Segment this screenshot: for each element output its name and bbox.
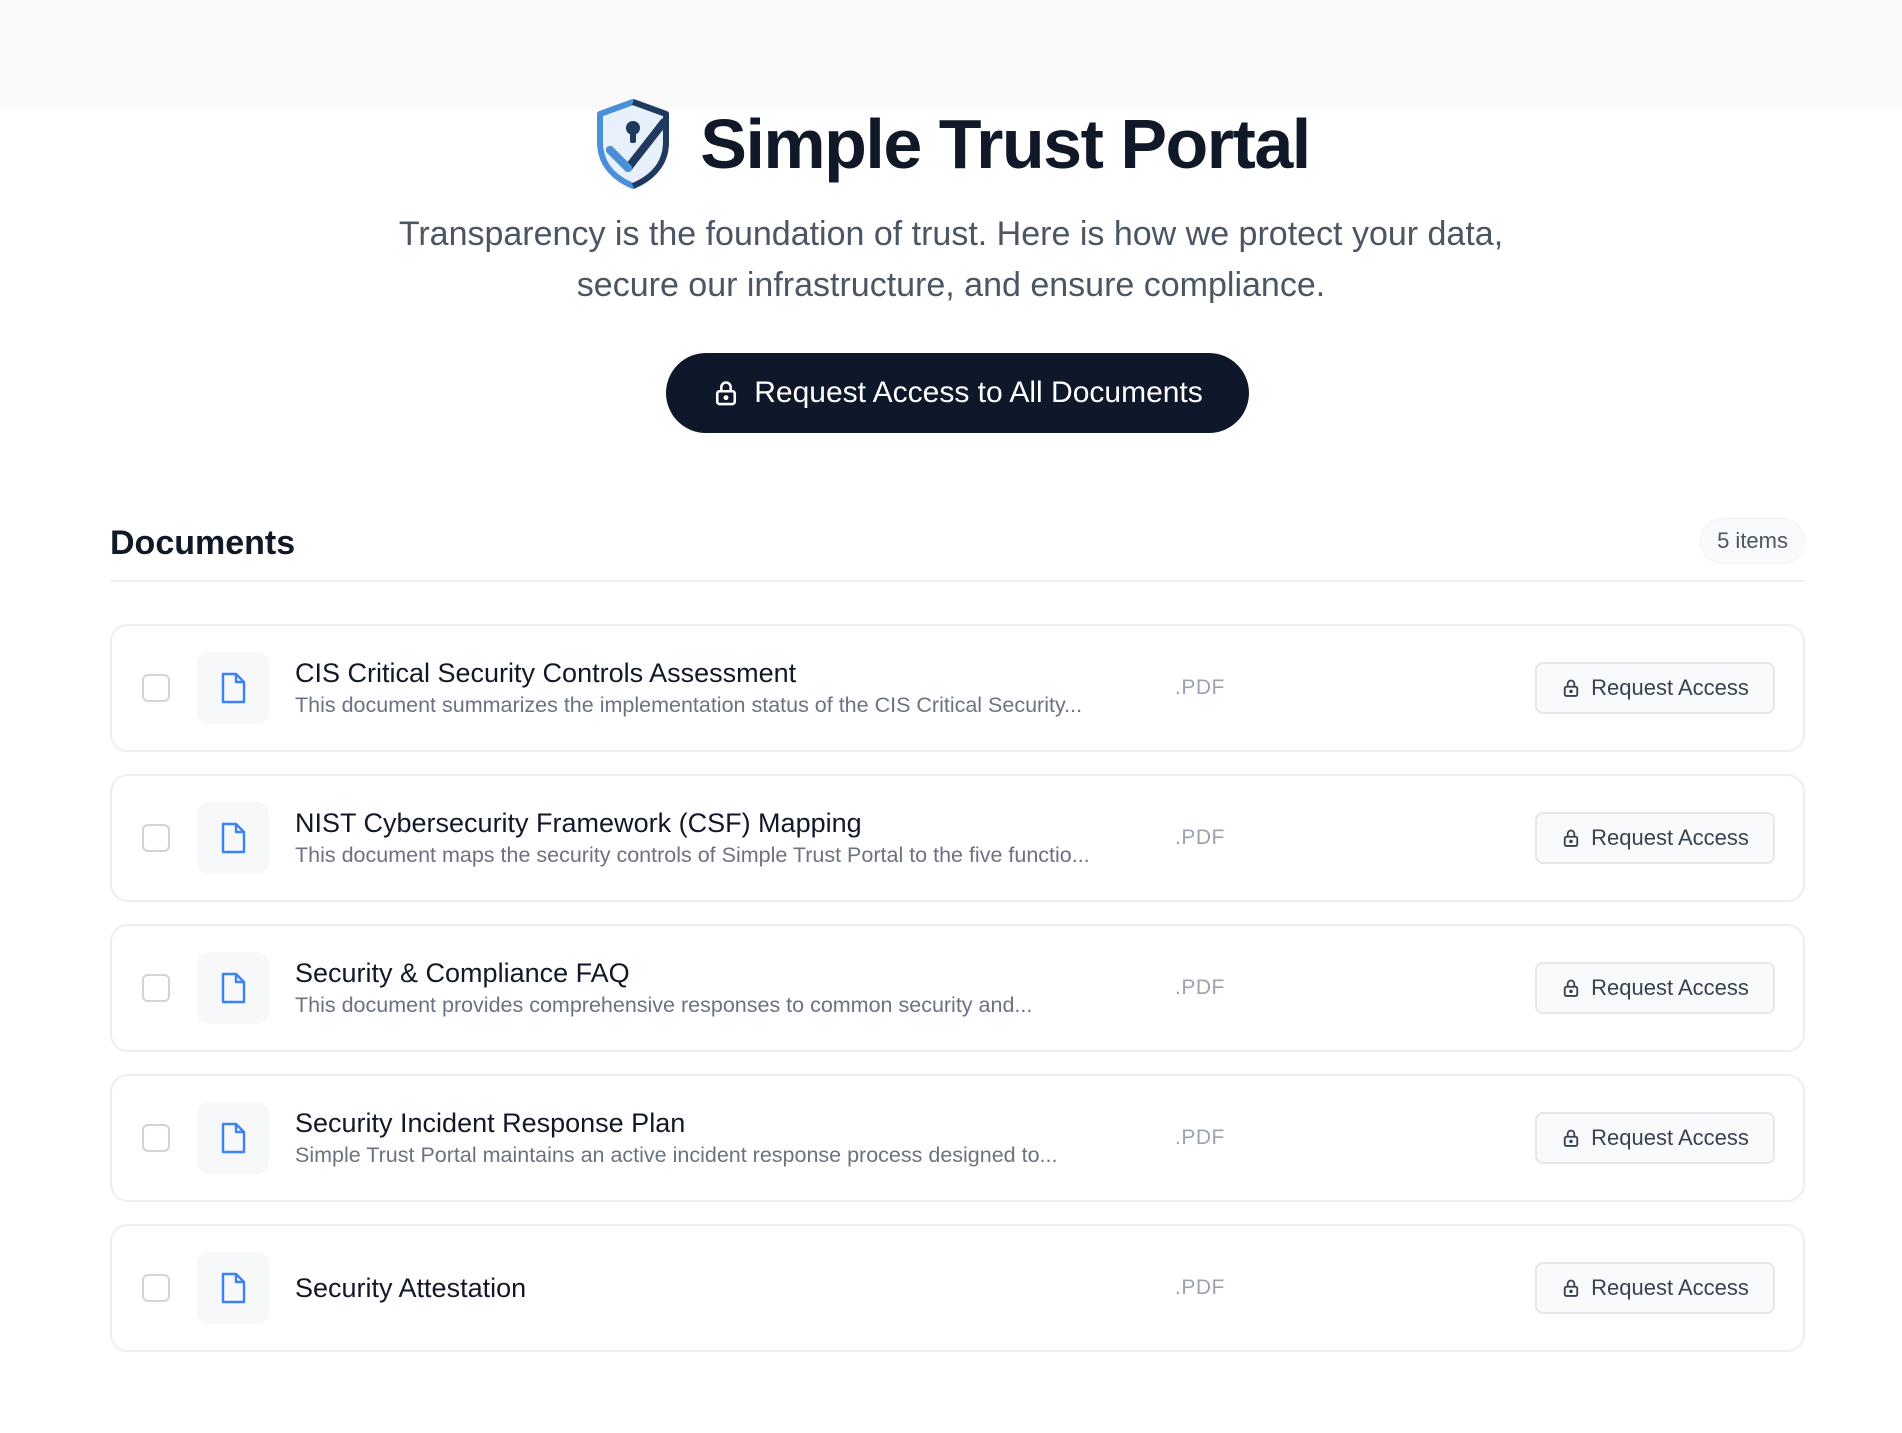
documents-count-badge: 5 items (1700, 518, 1805, 564)
top-band (0, 0, 1902, 110)
file-icon (221, 1272, 246, 1304)
document-file-type: .PDF (1175, 1276, 1225, 1299)
document-description: This document maps the security controls… (295, 843, 1090, 867)
document-file-type: .PDF (1175, 826, 1225, 849)
document-select-checkbox[interactable] (142, 674, 170, 702)
document-description: This document provides comprehensive res… (295, 993, 1033, 1017)
request-access-label: Request Access (1591, 1275, 1749, 1300)
file-icon (221, 1122, 246, 1154)
document-file-type: .PDF (1175, 676, 1225, 699)
documents-list: CIS Critical Security Controls Assessmen… (110, 624, 1805, 1374)
document-select-checkbox[interactable] (142, 1274, 170, 1302)
document-text: Security Attestation (295, 1271, 1155, 1305)
document-row: Security Incident Response Plan Simple T… (110, 1074, 1805, 1202)
document-icon-box (197, 652, 269, 724)
page-subtitle: Transparency is the foundation of trust.… (351, 209, 1551, 311)
lock-icon (1563, 679, 1579, 697)
request-access-label: Request Access (1591, 1125, 1749, 1150)
document-description: Simple Trust Portal maintains an active … (295, 1143, 1058, 1167)
subtitle-line-1: Transparency is the foundation of trust.… (398, 215, 1504, 253)
documents-header: Documents 5 items (110, 518, 1805, 582)
document-row: Security & Compliance FAQ This document … (110, 924, 1805, 1052)
request-access-button[interactable]: Request Access (1535, 662, 1775, 714)
document-row: Security Attestation .PDF Request Access (110, 1224, 1805, 1352)
document-text: Security & Compliance FAQ This document … (295, 956, 1155, 1020)
file-icon (221, 972, 246, 1004)
lock-icon (716, 381, 737, 406)
document-icon-box (197, 952, 269, 1024)
document-file-type: .PDF (1175, 976, 1225, 999)
lock-icon (1563, 1279, 1579, 1297)
file-icon (221, 822, 246, 854)
document-icon-box (197, 802, 269, 874)
document-select-checkbox[interactable] (142, 824, 170, 852)
document-text: Security Incident Response Plan Simple T… (295, 1106, 1155, 1170)
shield-keyhole-check-icon (597, 99, 670, 189)
lock-icon (1563, 979, 1579, 997)
lock-icon (1563, 829, 1579, 847)
document-icon-box (197, 1252, 269, 1324)
subtitle-line-2: secure our infrastructure, and ensure co… (576, 266, 1326, 304)
request-access-button[interactable]: Request Access (1535, 1112, 1775, 1164)
document-text: NIST Cybersecurity Framework (CSF) Mappi… (295, 806, 1155, 870)
request-access-label: Request Access (1591, 975, 1749, 1000)
file-icon (221, 672, 246, 704)
document-row: CIS Critical Security Controls Assessmen… (110, 624, 1805, 752)
request-access-button[interactable]: Request Access (1535, 962, 1775, 1014)
document-title: Security & Compliance FAQ (295, 958, 630, 988)
title-row: Simple Trust Portal (0, 98, 1902, 190)
document-title: Security Incident Response Plan (295, 1108, 686, 1138)
request-access-label: Request Access (1591, 675, 1749, 700)
page-title: Simple Trust Portal (700, 105, 1311, 183)
documents-heading: Documents (110, 524, 296, 562)
lock-icon (1563, 1129, 1579, 1147)
document-text: CIS Critical Security Controls Assessmen… (295, 656, 1155, 720)
request-access-all-button[interactable]: Request Access to All Documents (666, 353, 1249, 433)
request-access-button[interactable]: Request Access (1535, 812, 1775, 864)
request-access-all-label: Request Access to All Documents (754, 376, 1203, 409)
document-description: This document summarizes the implementat… (295, 693, 1083, 717)
document-icon-box (197, 1102, 269, 1174)
document-row: NIST Cybersecurity Framework (CSF) Mappi… (110, 774, 1805, 902)
document-file-type: .PDF (1175, 1126, 1225, 1149)
document-select-checkbox[interactable] (142, 1124, 170, 1152)
document-title: CIS Critical Security Controls Assessmen… (295, 658, 797, 688)
document-select-checkbox[interactable] (142, 974, 170, 1002)
document-title: Security Attestation (295, 1273, 527, 1303)
document-title: NIST Cybersecurity Framework (CSF) Mappi… (295, 808, 862, 838)
request-access-label: Request Access (1591, 825, 1749, 850)
request-access-button[interactable]: Request Access (1535, 1262, 1775, 1314)
